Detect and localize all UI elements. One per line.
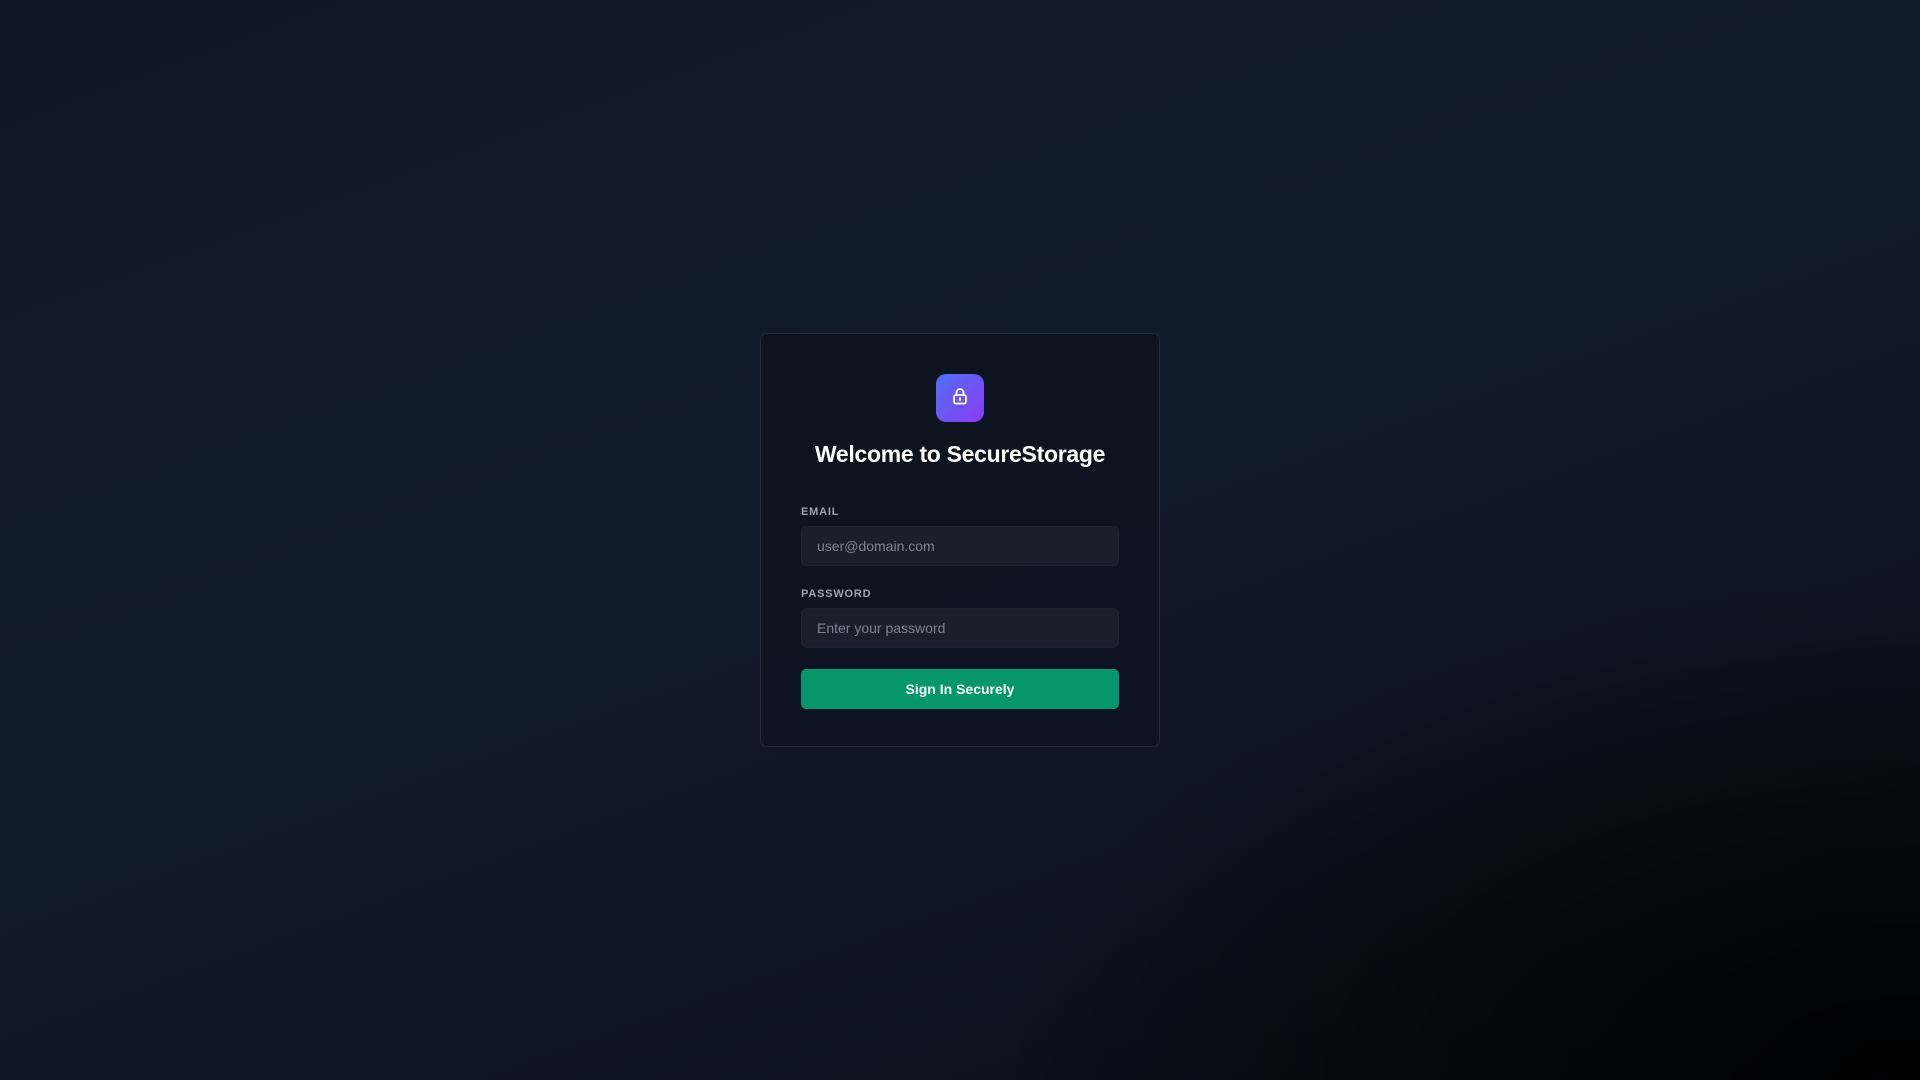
email-input[interactable]: [801, 526, 1119, 566]
password-input[interactable]: [801, 608, 1119, 648]
app-logo: [936, 374, 984, 422]
password-label: PASSWORD: [801, 588, 872, 600]
email-group: EMAIL: [801, 506, 1119, 566]
logo-container: [801, 374, 1119, 422]
password-group: PASSWORD: [801, 588, 1119, 648]
email-label: EMAIL: [801, 506, 840, 518]
lock-icon: [950, 386, 970, 411]
page-title: Welcome to SecureStorage: [814, 441, 1106, 467]
sign-in-button[interactable]: Sign In Securely: [801, 669, 1119, 709]
login-card: Welcome to SecureStorage EMAIL PASSWORD …: [760, 333, 1160, 747]
